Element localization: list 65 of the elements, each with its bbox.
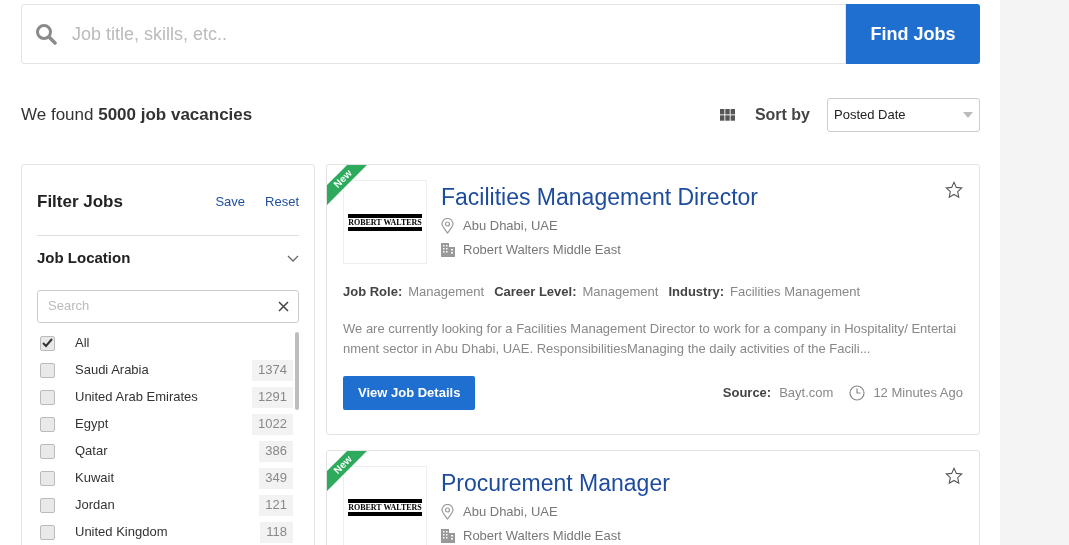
- results-summary: We found 5000 job vacancies: [21, 104, 253, 127]
- source-label: Source:: [722, 383, 772, 402]
- option-label[interactable]: Kuwait: [75, 468, 260, 488]
- search-icon: [35, 23, 57, 45]
- count-badge: 386: [259, 440, 293, 462]
- checkbox[interactable]: [40, 443, 55, 459]
- checkbox[interactable]: [40, 497, 55, 513]
- posted-time: 12 Minutes Ago: [873, 383, 963, 402]
- view-job-details-button[interactable]: View Job Details: [343, 375, 476, 410]
- company-name: Robert Walters Middle East: [463, 526, 621, 545]
- sort-label: Sort by: [754, 105, 810, 125]
- building-icon: [441, 243, 455, 257]
- count-badge: 349: [259, 467, 293, 489]
- checkbox[interactable]: [40, 524, 55, 540]
- job-location: Abu Dhabi, UAE: [463, 502, 558, 521]
- location-search-field[interactable]: Search: [37, 289, 299, 323]
- checkbox[interactable]: [40, 416, 55, 432]
- checkbox[interactable]: [40, 362, 55, 378]
- clear-icon[interactable]: [278, 300, 289, 312]
- filter-title: Filter Jobs: [37, 191, 124, 213]
- job-title-link[interactable]: Procurement Manager: [441, 467, 937, 498]
- detail-value: Facilities Management: [730, 283, 861, 301]
- detail-value: Management: [408, 283, 485, 301]
- detail-label: Career Level:: [494, 283, 577, 301]
- count-badge: 118: [260, 521, 293, 543]
- grid-view-icon[interactable]: [719, 109, 735, 121]
- clock-icon: [849, 384, 866, 401]
- star-icon[interactable]: [945, 181, 963, 199]
- location-pin-icon: [441, 503, 454, 520]
- option-label[interactable]: All: [75, 333, 293, 353]
- option-label[interactable]: United Arab Emirates: [75, 387, 253, 407]
- option-label[interactable]: United Kingdom: [75, 522, 261, 542]
- filter-link[interactable]: Save: [215, 192, 246, 212]
- caret-icon: [963, 112, 973, 118]
- job-description: We are currently looking for a Facilities Management Director to work for a company in Hospitality/ Entertainment sector in Abu Dhabi, UAE. ResponsibilitiesManaging the daily activities of the Facili...: [343, 319, 958, 358]
- find-jobs-button[interactable]: Find Jobs: [846, 4, 980, 64]
- count-badge: 121: [259, 494, 293, 516]
- source-value: Bayt.com: [779, 383, 834, 402]
- star-icon[interactable]: [945, 466, 963, 485]
- checkbox[interactable]: [40, 335, 55, 351]
- location-pin-icon: [441, 218, 454, 234]
- count-badge: 1022: [252, 413, 293, 435]
- option-label[interactable]: Qatar: [75, 441, 260, 461]
- checkbox[interactable]: [40, 470, 55, 486]
- job-search-field[interactable]: Job title, skills, etc..: [21, 4, 846, 64]
- detail-label: Industry:: [668, 283, 725, 301]
- count-badge: 1374: [252, 359, 293, 381]
- job-title-link[interactable]: Facilities Management Director: [441, 182, 937, 212]
- option-label[interactable]: Jordan: [75, 495, 260, 515]
- logo-text: ROBERT WALTERS: [348, 217, 422, 227]
- detail-label: Job Role:: [343, 283, 403, 301]
- job-location: Abu Dhabi, UAE: [463, 217, 558, 236]
- option-label[interactable]: Egypt: [75, 414, 253, 434]
- section-title: Job Location: [37, 248, 131, 269]
- checkbox[interactable]: [40, 389, 55, 405]
- detail-value: Management: [582, 283, 659, 301]
- option-label[interactable]: Saudi Arabia: [75, 360, 253, 380]
- chevron-icon[interactable]: [287, 255, 299, 262]
- logo-text: ROBERT WALTERS: [348, 503, 422, 512]
- building-icon: [441, 528, 455, 543]
- sort-dropdown[interactable]: Posted Date: [827, 98, 980, 132]
- filter-link[interactable]: Reset: [265, 192, 299, 212]
- scrollbar[interactable]: [295, 331, 299, 410]
- company-name: Robert Walters Middle East: [463, 241, 621, 260]
- count-badge: 1291: [252, 386, 293, 408]
